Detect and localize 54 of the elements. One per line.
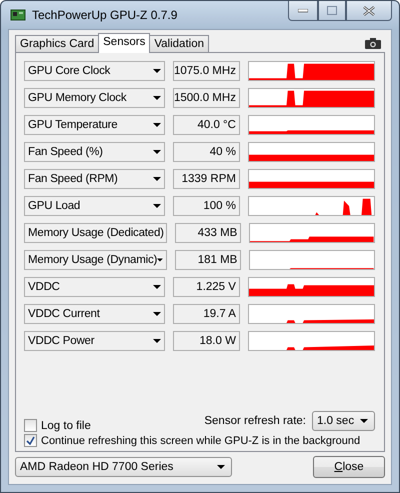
dropdown-caret-icon bbox=[152, 285, 161, 289]
sensor-reading: 1.225 V bbox=[172, 277, 240, 297]
dropdown-caret-icon bbox=[152, 339, 161, 343]
maximize-button[interactable] bbox=[318, 1, 346, 21]
checkbox[interactable] bbox=[24, 434, 37, 447]
sensor-dropdown[interactable]: GPU Core Clock bbox=[24, 61, 165, 81]
dropdown-caret-icon bbox=[360, 418, 368, 422]
sensor-dropdown[interactable]: Memory Usage (Dedicated) bbox=[24, 223, 167, 243]
dropdown-caret-icon bbox=[152, 177, 161, 181]
sensor-reading: 1339 RPM bbox=[172, 169, 240, 189]
dropdown-caret-icon bbox=[152, 312, 161, 316]
sensor-dropdown[interactable]: VDDC Current bbox=[24, 304, 165, 324]
sensor-dropdown[interactable]: GPU Memory Clock bbox=[24, 88, 165, 108]
checkbox-label: Log to file bbox=[41, 420, 91, 432]
tab[interactable]: Graphics Card bbox=[15, 35, 100, 53]
sensor-dropdown[interactable]: Memory Usage (Dynamic) bbox=[24, 250, 167, 270]
tab[interactable]: Sensors bbox=[98, 33, 150, 53]
sensor-reading: 1500.0 MHz bbox=[172, 88, 240, 108]
sensor-dropdown[interactable]: Fan Speed (RPM) bbox=[24, 169, 165, 189]
sensor-dropdown[interactable]: GPU Temperature bbox=[24, 115, 165, 135]
dropdown-caret-icon bbox=[157, 258, 163, 262]
close-button[interactable]: Close bbox=[313, 456, 385, 478]
sensor-dropdown[interactable]: VDDC Power bbox=[24, 331, 165, 351]
sensor-reading: 40 % bbox=[172, 142, 240, 162]
close-window-button[interactable] bbox=[346, 1, 392, 21]
dropdown-caret-icon bbox=[217, 465, 225, 469]
sensor-dropdown[interactable]: GPU Load bbox=[24, 196, 165, 216]
sensor-reading: 433 MB bbox=[175, 223, 242, 243]
dropdown-caret-icon bbox=[152, 123, 161, 127]
sensor-reading: 18.0 W bbox=[172, 331, 240, 351]
minimize-icon bbox=[298, 8, 308, 12]
checkbox-label: Continue refreshing this screen while GPU-Z is in the background bbox=[41, 434, 360, 446]
minimize-button[interactable] bbox=[288, 1, 318, 21]
app-icon bbox=[10, 8, 26, 22]
dropdown-caret-icon bbox=[152, 150, 161, 154]
sensor-reading: 19.7 A bbox=[172, 304, 240, 324]
tab[interactable]: Validation bbox=[149, 35, 209, 53]
device-dropdown[interactable]: AMD Radeon HD 7700 Series bbox=[15, 457, 232, 477]
checkbox[interactable] bbox=[24, 419, 37, 432]
sensor-dropdown[interactable]: Fan Speed (%) bbox=[24, 142, 165, 162]
sensor-reading: 1075.0 MHz bbox=[172, 61, 240, 81]
sensor-reading: 40.0 °C bbox=[172, 115, 240, 135]
sensor-dropdown[interactable]: VDDC bbox=[24, 277, 165, 297]
dropdown-caret-icon bbox=[152, 96, 161, 100]
maximize-icon bbox=[327, 6, 337, 15]
window-title: TechPowerUp GPU-Z 0.7.9 bbox=[32, 8, 178, 22]
sensor-reading: 100 % bbox=[172, 196, 240, 216]
dropdown-caret-icon bbox=[152, 69, 161, 73]
camera-icon[interactable] bbox=[365, 38, 381, 49]
close-icon bbox=[363, 6, 375, 16]
dropdown-caret-icon bbox=[152, 204, 161, 208]
refresh-rate-label: Sensor refresh rate: bbox=[204, 414, 306, 426]
sensor-reading: 181 MB bbox=[175, 250, 242, 270]
refresh-rate-dropdown[interactable]: 1.0 sec bbox=[312, 410, 375, 430]
